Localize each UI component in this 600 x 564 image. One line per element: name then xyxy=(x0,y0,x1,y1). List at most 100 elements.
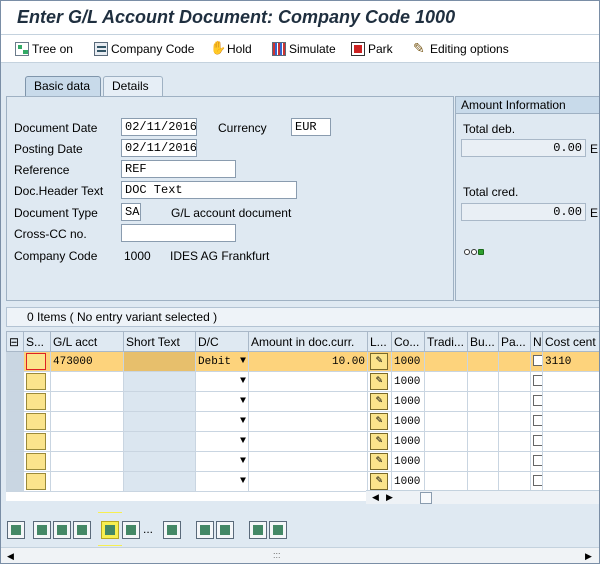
debit-credit-cell[interactable]: Debit ▼ xyxy=(195,351,249,372)
line-item-cell[interactable]: ✎ xyxy=(367,351,392,372)
dropdown-arrow-icon[interactable]: ▼ xyxy=(240,436,246,447)
company-code-button[interactable]: Company Code xyxy=(94,40,194,58)
col-trading-partner[interactable]: Tradi... xyxy=(424,331,468,352)
simulate-button[interactable]: Simulate xyxy=(272,40,336,58)
trading-partner-cell[interactable] xyxy=(424,431,468,452)
n-cell[interactable] xyxy=(530,431,543,452)
col-business-area[interactable]: Bu... xyxy=(467,331,499,352)
paste-icon[interactable] xyxy=(216,521,234,539)
cost-center-cell[interactable] xyxy=(542,391,599,412)
line-item-cell[interactable]: ✎ xyxy=(367,431,392,452)
col-debit-credit[interactable]: D/C xyxy=(195,331,249,352)
short-text-cell[interactable] xyxy=(123,351,196,372)
select-block-icon[interactable] xyxy=(73,521,91,539)
select-all-icon[interactable] xyxy=(33,521,51,539)
line-item-cell[interactable]: ✎ xyxy=(367,391,392,412)
checkbox[interactable] xyxy=(533,375,542,387)
n-cell[interactable] xyxy=(530,371,543,392)
details-icon[interactable] xyxy=(7,521,25,539)
col-n[interactable]: N xyxy=(530,331,543,352)
dropdown-arrow-icon[interactable]: ▼ xyxy=(240,416,246,427)
row-selector[interactable] xyxy=(6,391,24,412)
cost-center-cell[interactable] xyxy=(542,431,599,452)
amount-cell[interactable] xyxy=(248,451,368,472)
partner-cell[interactable] xyxy=(498,371,531,392)
scroll-grip-icon[interactable]: ::: xyxy=(273,550,281,560)
line-item-cell[interactable]: ✎ xyxy=(367,451,392,472)
scroll-left-icon[interactable]: ◀ xyxy=(372,492,379,503)
business-area-cell[interactable] xyxy=(467,351,499,372)
dropdown-arrow-icon[interactable]: ▼ xyxy=(240,376,246,387)
company-cell[interactable]: 1000 xyxy=(391,351,425,372)
table-row[interactable]: ▼ ✎ 1000 xyxy=(6,471,599,492)
table-row[interactable]: ▼ ✎ 1000 xyxy=(6,451,599,472)
company-cell[interactable]: 1000 xyxy=(391,431,425,452)
amount-cell[interactable]: 10.00 xyxy=(248,351,368,372)
n-cell[interactable] xyxy=(530,391,543,412)
checkbox[interactable] xyxy=(533,435,542,447)
col-short-text[interactable]: Short Text xyxy=(123,331,196,352)
cost-center-cell[interactable] xyxy=(542,411,599,432)
debit-credit-cell[interactable]: ▼ xyxy=(195,471,249,492)
checkbox[interactable] xyxy=(533,395,542,407)
tab-details[interactable]: Details xyxy=(103,76,163,96)
short-text-cell[interactable] xyxy=(123,431,196,452)
tree-on-button[interactable]: Tree on xyxy=(15,40,73,58)
company-cell[interactable]: 1000 xyxy=(391,471,425,492)
table-row[interactable]: ▼ ✎ 1000 xyxy=(6,431,599,452)
col-line-item[interactable]: L... xyxy=(367,331,392,352)
business-area-cell[interactable] xyxy=(467,411,499,432)
col-gl-account[interactable]: G/L acct xyxy=(50,331,124,352)
sort-icon[interactable] xyxy=(249,521,267,539)
dropdown-arrow-icon[interactable]: ▼ xyxy=(240,476,246,487)
pencil-icon[interactable]: ✎ xyxy=(370,453,388,470)
business-area-cell[interactable] xyxy=(467,451,499,472)
table-row[interactable]: ▼ ✎ 1000 xyxy=(6,411,599,432)
cost-center-cell[interactable] xyxy=(542,471,599,492)
debit-credit-cell[interactable]: ▼ xyxy=(195,411,249,432)
n-cell[interactable] xyxy=(530,411,543,432)
cost-center-cell[interactable] xyxy=(542,371,599,392)
partner-cell[interactable] xyxy=(498,391,531,412)
editing-options-button[interactable]: Editing options xyxy=(413,40,509,58)
copy-icon[interactable] xyxy=(196,521,214,539)
line-item-cell[interactable]: ✎ xyxy=(367,411,392,432)
cross-cc-field[interactable] xyxy=(121,224,236,242)
scroll-right-icon[interactable]: ▶ xyxy=(386,492,393,503)
table-row[interactable]: ▼ ✎ 1000 xyxy=(6,391,599,412)
table-row[interactable]: 473000 Debit ▼ 10.00 ✎ 1000 3110 xyxy=(6,351,599,372)
tab-basic-data[interactable]: Basic data xyxy=(25,76,101,96)
col-company[interactable]: Co... xyxy=(391,331,425,352)
row-selector[interactable] xyxy=(6,471,24,492)
gl-account-cell[interactable] xyxy=(50,371,124,392)
pencil-icon[interactable]: ✎ xyxy=(370,473,388,490)
copy-row-icon[interactable] xyxy=(122,521,140,539)
amount-cell[interactable] xyxy=(248,371,368,392)
row-selector[interactable] xyxy=(6,371,24,392)
amount-cell[interactable] xyxy=(248,411,368,432)
pencil-icon[interactable]: ✎ xyxy=(370,393,388,410)
gl-account-cell[interactable]: 473000 xyxy=(50,351,124,372)
checkbox[interactable] xyxy=(533,455,542,467)
filter-icon[interactable] xyxy=(269,521,287,539)
short-text-cell[interactable] xyxy=(123,411,196,432)
line-item-cell[interactable]: ✎ xyxy=(367,471,392,492)
partner-cell[interactable] xyxy=(498,431,531,452)
park-button[interactable]: Park xyxy=(351,40,393,58)
scroll-right-icon[interactable]: ▶ xyxy=(585,551,592,562)
pencil-icon[interactable]: ✎ xyxy=(370,433,388,450)
n-cell[interactable] xyxy=(530,451,543,472)
checkbox[interactable] xyxy=(533,355,542,367)
amount-cell[interactable] xyxy=(248,471,368,492)
company-cell[interactable]: 1000 xyxy=(391,451,425,472)
col-partner[interactable]: Pa... xyxy=(498,331,531,352)
insert-row-icon[interactable] xyxy=(101,521,119,539)
business-area-cell[interactable] xyxy=(467,371,499,392)
document-date-field[interactable]: 02/11/2016 xyxy=(121,118,197,136)
dropdown-arrow-icon[interactable]: ▼ xyxy=(240,396,246,407)
posting-date-field[interactable]: 02/11/2016 xyxy=(121,139,197,157)
short-text-cell[interactable] xyxy=(123,391,196,412)
trading-partner-cell[interactable] xyxy=(424,371,468,392)
dropdown-arrow-icon[interactable]: ▼ xyxy=(240,356,246,367)
short-text-cell[interactable] xyxy=(123,471,196,492)
